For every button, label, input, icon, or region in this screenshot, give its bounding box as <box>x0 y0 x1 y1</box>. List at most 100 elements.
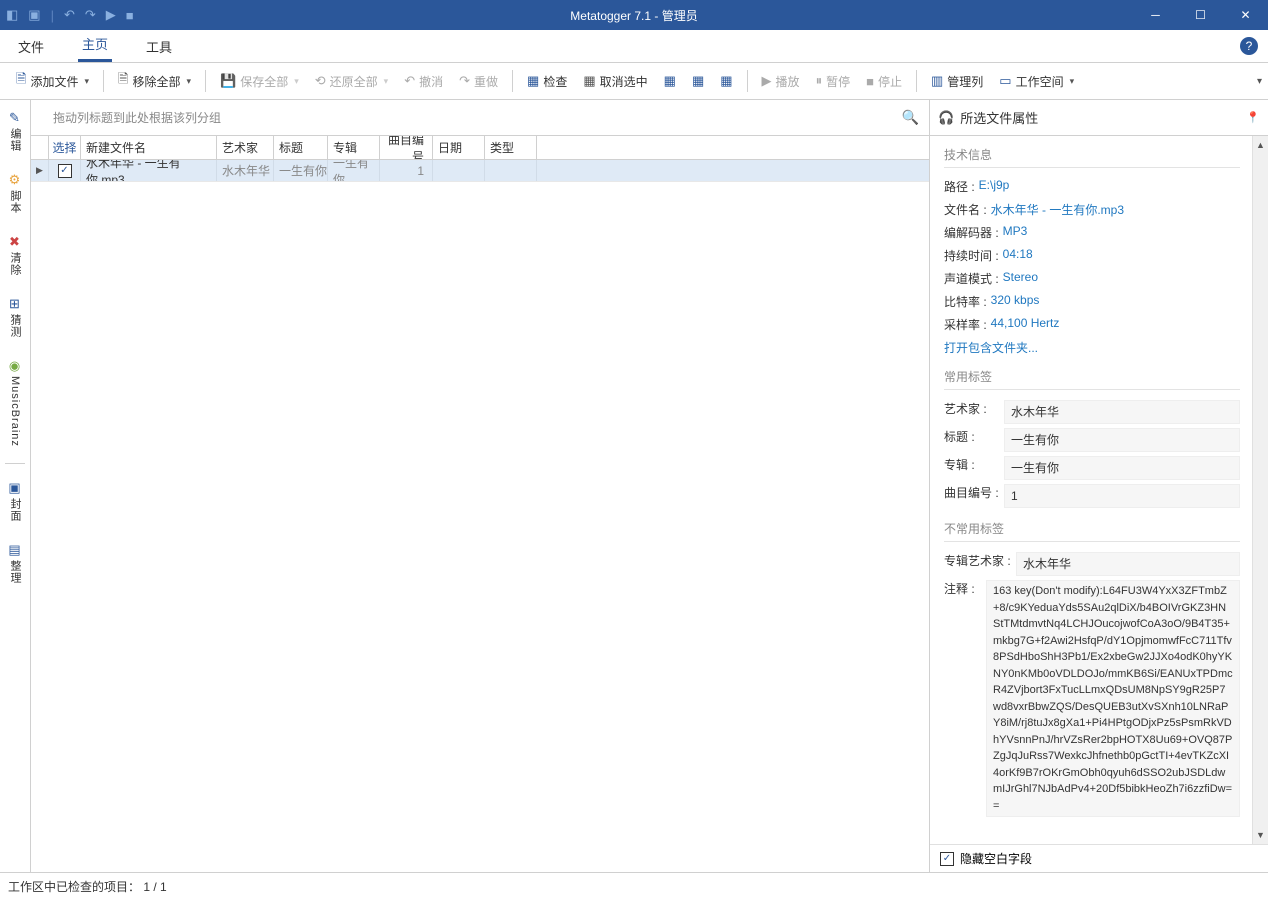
status-text: 工作区中已检查的项目： 1 / 1 <box>8 878 167 895</box>
filename-label: 文件名 : <box>944 201 987 218</box>
check-label: 检查 <box>543 73 567 90</box>
section-tech-info: 技术信息 <box>944 146 1240 168</box>
quick-access-toolbar: ◧ ▣ | ↶ ↷ ▶ ■ <box>0 7 134 23</box>
row-checkbox-cell[interactable]: ✓ <box>49 160 81 181</box>
cell-date[interactable] <box>433 160 485 181</box>
maximize-button[interactable]: ☐ <box>1178 0 1223 30</box>
sidebar-cover[interactable]: ▣封面 <box>7 476 23 526</box>
qa-play-icon[interactable]: ▶ <box>106 7 116 23</box>
col-album[interactable]: 专辑 <box>328 136 380 159</box>
workspace-icon: ▭ <box>999 73 1011 89</box>
sidebar-musicbrainz[interactable]: ◉MusicBrainz <box>9 354 21 451</box>
qa-undo-icon[interactable]: ↶ <box>64 7 75 23</box>
play-button[interactable]: ▶ 播放 <box>756 69 806 94</box>
tag-track-value[interactable]: 1 <box>1004 484 1240 508</box>
grid-header: 选择 新建文件名 艺术家 标题 专辑 曲目编号 日期 类型 <box>31 136 929 160</box>
sidebar-edit[interactable]: ✎编辑 <box>7 106 23 156</box>
grid-empty-area <box>31 182 929 872</box>
pause-label: 暂停 <box>826 73 850 90</box>
menu-tools[interactable]: 工具 <box>142 31 176 62</box>
filename-value: 水木年华 - 一生有你.mp3 <box>991 201 1124 218</box>
grid-view-2-button[interactable]: ▦ <box>686 69 710 93</box>
qa-separator: | <box>51 8 54 23</box>
sidebar-organize[interactable]: ▤整理 <box>7 538 23 588</box>
dropdown-icon: ▾ <box>384 76 389 87</box>
add-file-button[interactable]: 🗎 添加文件 ▾ <box>10 66 95 96</box>
app-icon: ◧ <box>6 7 18 23</box>
hide-empty-label: 隐藏空白字段 <box>960 850 1032 867</box>
restore-all-button[interactable]: ⟲ 还原全部 ▾ <box>309 69 394 94</box>
dropdown-icon: ▾ <box>186 76 191 87</box>
undo-button[interactable]: ↶ 撤消 <box>398 69 449 94</box>
samplerate-value: 44,100 Hertz <box>991 316 1060 333</box>
qa-stop-icon[interactable]: ■ <box>126 8 134 23</box>
bitrate-label: 比特率 : <box>944 293 987 310</box>
col-artist[interactable]: 艺术家 <box>217 136 274 159</box>
pause-button[interactable]: ⏸ 暂停 <box>810 69 857 94</box>
redo-button[interactable]: ↷ 重做 <box>453 69 504 94</box>
qa-redo-icon[interactable]: ↷ <box>85 7 96 23</box>
ribbon-collapse-icon[interactable]: ▾ <box>1257 76 1262 87</box>
scroll-up-icon[interactable]: ▲ <box>1256 138 1265 152</box>
grid-area: 拖动列标题到此处根据该列分组 🔍 选择 新建文件名 艺术家 标题 专辑 曲目编号… <box>31 100 930 872</box>
tag-albumartist-value[interactable]: 水木年华 <box>1016 552 1240 576</box>
cell-title[interactable]: 一生有你 <box>274 160 328 181</box>
col-select[interactable]: 选择 <box>49 136 81 159</box>
open-folder-link[interactable]: 打开包含文件夹... <box>944 339 1038 356</box>
grid-view-3-button[interactable]: ▦ <box>714 69 738 93</box>
tag-comment-value[interactable]: 163 key(Don't modify):L64FU3W4YxX3ZFTmbZ… <box>986 580 1240 817</box>
titlebar: ◧ ▣ | ↶ ↷ ▶ ■ Metatogger 7.1 - 管理员 ─ ☐ ✕ <box>0 0 1268 30</box>
menu-file[interactable]: 文件 <box>14 31 48 62</box>
tag-title-value[interactable]: 一生有你 <box>1004 428 1240 452</box>
save-all-button[interactable]: 💾 保存全部 ▾ <box>214 69 305 94</box>
col-title[interactable]: 标题 <box>274 136 328 159</box>
path-value: E:\j9p <box>979 178 1010 195</box>
col-type[interactable]: 类型 <box>485 136 537 159</box>
check-button[interactable]: ▦ 检查 <box>521 69 573 94</box>
col-rest <box>537 136 929 159</box>
table-row[interactable]: ▶ ✓ 水木年华 - 一生有你.mp3 水木年华 一生有你 一生有你 1 <box>31 160 929 182</box>
group-by-panel[interactable]: 拖动列标题到此处根据该列分组 🔍 <box>31 100 929 136</box>
tag-albumartist-label: 专辑艺术家 : <box>944 552 1014 569</box>
grid-icon: ▦ <box>692 73 704 89</box>
sidebar-guess[interactable]: ⊞猜测 <box>7 292 23 342</box>
bitrate-value: 320 kbps <box>991 293 1040 310</box>
pin-icon[interactable]: 📍 <box>1246 111 1260 124</box>
deselect-button[interactable]: ▦ 取消选中 <box>577 69 653 94</box>
cell-artist[interactable]: 水木年华 <box>217 160 274 181</box>
scroll-down-icon[interactable]: ▼ <box>1256 828 1265 842</box>
remove-all-button[interactable]: 🗎 移除全部 ▾ <box>112 66 197 96</box>
search-icon[interactable]: 🔍 <box>902 109 919 126</box>
manage-cols-label: 管理列 <box>947 73 983 90</box>
grid-view-1-button[interactable]: ▦ <box>658 69 682 93</box>
clean-icon: ✖ <box>9 234 21 250</box>
cell-type[interactable] <box>485 160 537 181</box>
cell-track[interactable]: 1 <box>380 160 433 181</box>
stop-button[interactable]: ■ 停止 <box>860 69 908 94</box>
close-button[interactable]: ✕ <box>1223 0 1268 30</box>
ribbon-toolbar: 🗎 添加文件 ▾ 🗎 移除全部 ▾ 💾 保存全部 ▾ ⟲ 还原全部 ▾ ↶ 撤消… <box>0 63 1268 100</box>
col-date[interactable]: 日期 <box>433 136 485 159</box>
sidebar-script[interactable]: ⚙脚本 <box>7 168 23 218</box>
stop-label: 停止 <box>878 73 902 90</box>
menu-home[interactable]: 主页 <box>78 28 112 62</box>
col-track[interactable]: 曲目编号 <box>380 136 433 159</box>
col-filename[interactable]: 新建文件名 <box>81 136 217 159</box>
tag-artist-value[interactable]: 水木年华 <box>1004 400 1240 424</box>
script-icon: ⚙ <box>9 172 22 188</box>
workspace-button[interactable]: ▭ 工作空间 ▾ <box>993 69 1080 94</box>
cell-filename[interactable]: 水木年华 - 一生有你.mp3 <box>81 160 217 181</box>
checkbox-checked-icon[interactable]: ✓ <box>58 164 72 178</box>
manage-columns-button[interactable]: ▥ 管理列 <box>925 69 989 94</box>
stop-icon: ■ <box>866 74 874 89</box>
properties-header: 🎧 所选文件属性 📍 <box>930 100 1268 136</box>
minimize-button[interactable]: ─ <box>1133 0 1178 30</box>
cell-album[interactable]: 一生有你 <box>328 160 380 181</box>
qa-icon-1[interactable]: ▣ <box>28 7 40 23</box>
help-icon[interactable]: ? <box>1240 37 1258 55</box>
vertical-scrollbar[interactable]: ▲ ▼ <box>1252 136 1268 844</box>
tag-artist-label: 艺术家 : <box>944 400 1002 417</box>
hide-empty-checkbox[interactable]: ✓ <box>940 852 954 866</box>
tag-album-value[interactable]: 一生有你 <box>1004 456 1240 480</box>
sidebar-clean[interactable]: ✖清除 <box>7 230 23 280</box>
